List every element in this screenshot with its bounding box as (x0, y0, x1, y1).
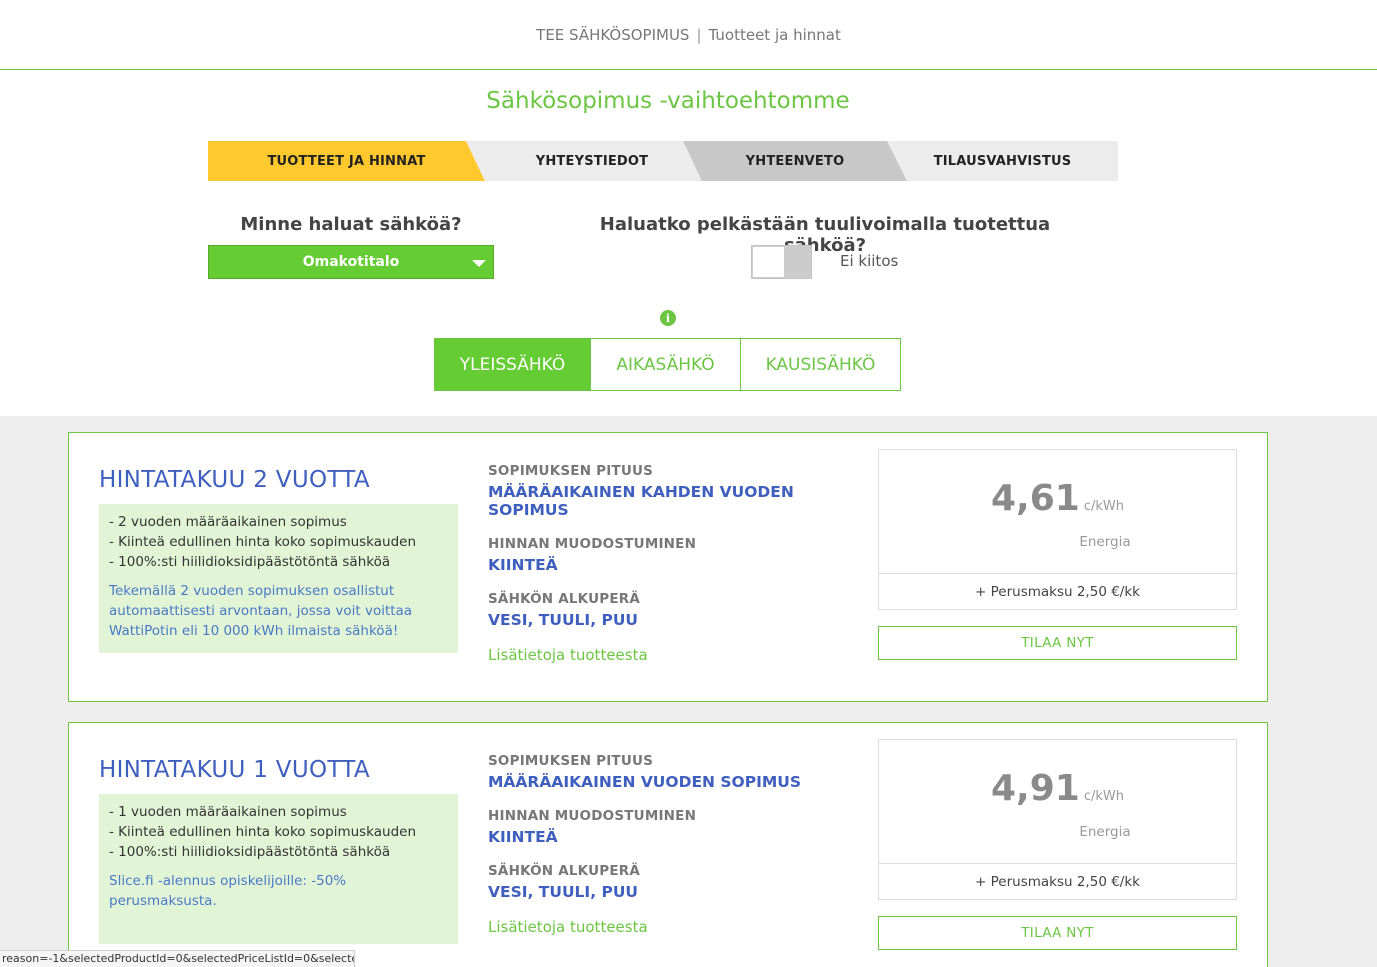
origin-value: VESI, TUULI, PUU (488, 883, 639, 901)
browser-status-url: reason=-1&selectedProductId=0&selectedPr… (0, 950, 355, 967)
contract-length-label: SOPIMUKSEN PITUUS (488, 753, 654, 769)
feature-item: - 100%:sti hiilidioksidipäästötöntä sähk… (109, 844, 391, 860)
feature-item: - 2 vuoden määräaikainen sopimus (109, 514, 347, 530)
pricing-label: HINNAN MUODOSTUMINEN (488, 536, 697, 552)
product-details: SOPIMUKSEN PITUUS MÄÄRÄAIKAINEN KAHDEN V… (488, 463, 878, 664)
info-icon[interactable]: i (660, 310, 676, 326)
product-note: Slice.fi -alennus opiskelijoille: -50% p… (109, 873, 347, 909)
tariff-type-tabs: YLEISSÄHKÖ AIKASÄHKÖ KAUSISÄHKÖ (434, 338, 901, 391)
price-type: Energia (1079, 824, 1131, 840)
step-contact-info: YHTEYSTIEDOT (466, 141, 702, 181)
pricing-label: HINNAN MUODOSTUMINEN (488, 808, 697, 824)
origin-label: SÄHKÖN ALKUPERÄ (488, 863, 640, 879)
header-section: Tuotteet ja hinnat (708, 25, 841, 44)
product-card: HINTATAKUU 1 VUOTTA - 1 vuoden määräaika… (68, 722, 1268, 967)
price-type: Energia (1079, 534, 1131, 550)
price-box: 4,61 c/kWh Energia + Perusmaksu 2,50 €/kk (878, 449, 1237, 610)
wind-question: Haluatko pelkästään tuulivoimalla tuotet… (599, 214, 1051, 256)
product-note: Tekemällä 2 vuoden sopimuksen osallistut… (109, 583, 413, 639)
price-value: 4,61 (991, 478, 1080, 519)
product-details: SOPIMUKSEN PITUUS MÄÄRÄAIKAINEN VUODEN S… (488, 753, 878, 936)
product-features-box: - 1 vuoden määräaikainen sopimus - Kiint… (99, 794, 458, 944)
product-card: HINTATAKUU 2 VUOTTA - 2 vuoden määräaika… (68, 432, 1268, 702)
progress-steps: TUOTTEET JA HINNAT YHTEYSTIEDOT YHTEENVE… (208, 141, 1118, 181)
toggle-knob (753, 247, 784, 277)
contract-length-value: MÄÄRÄAIKAINEN VUODEN SOPIMUS (488, 773, 802, 791)
step-order-confirmation: TILAUSVAHVISTUS (887, 141, 1118, 181)
price-display: 4,61 c/kWh (879, 478, 1236, 519)
origin-value: VESI, TUULI, PUU (488, 611, 639, 629)
more-info-link[interactable]: Lisätietoja tuotteesta (488, 646, 878, 664)
feature-item: - Kiinteä edullinen hinta koko sopimuska… (109, 824, 417, 840)
contract-length-value: MÄÄRÄAIKAINEN KAHDEN VUODEN SOPIMUS (488, 483, 794, 519)
feature-item: - 1 vuoden määräaikainen sopimus (109, 804, 347, 820)
pricing-value: KIINTEÄ (488, 556, 558, 574)
header-separator: | (696, 25, 702, 44)
more-info-link[interactable]: Lisätietoja tuotteesta (488, 918, 878, 936)
chevron-down-icon (472, 260, 486, 267)
price-box: 4,91 c/kWh Energia + Perusmaksu 2,50 €/kk (878, 739, 1237, 900)
price-unit: c/kWh (1083, 499, 1124, 514)
base-fee: + Perusmaksu 2,50 €/kk (879, 573, 1236, 610)
order-now-button[interactable]: TILAA NYT (878, 916, 1237, 950)
tab-yleissahko[interactable]: YLEISSÄHKÖ (435, 339, 590, 390)
location-select[interactable]: Omakotitalo (208, 245, 494, 279)
pricing-value: KIINTEÄ (488, 828, 558, 846)
origin-label: SÄHKÖN ALKUPERÄ (488, 591, 640, 607)
page-title: Sähkösopimus -vaihtoehtomme (486, 88, 850, 114)
wind-toggle[interactable] (751, 245, 812, 279)
price-value: 4,91 (991, 768, 1080, 809)
feature-item: - 100%:sti hiilidioksidipäästötöntä sähk… (109, 554, 391, 570)
price-display: 4,91 c/kWh (879, 768, 1236, 809)
location-question: Minne haluat sähköä? (240, 214, 462, 235)
app-title: TEE SÄHKÖSOPIMUS (536, 25, 690, 44)
order-now-button[interactable]: TILAA NYT (878, 626, 1237, 660)
feature-item: - Kiinteä edullinen hinta koko sopimuska… (109, 534, 417, 550)
base-fee: + Perusmaksu 2,50 €/kk (879, 863, 1236, 900)
product-features-box: - 2 vuoden määräaikainen sopimus - Kiint… (99, 504, 458, 653)
step-summary: YHTEENVETO (683, 141, 907, 181)
product-title: HINTATAKUU 1 VUOTTA (99, 757, 370, 783)
product-list: HINTATAKUU 2 VUOTTA - 2 vuoden määräaika… (0, 416, 1377, 967)
tab-kausisahko[interactable]: KAUSISÄHKÖ (740, 339, 900, 390)
top-header: TEE SÄHKÖSOPIMUS | Tuotteet ja hinnat (0, 0, 1377, 70)
wind-toggle-label: Ei kiitos (840, 252, 899, 270)
tab-aikasahko[interactable]: AIKASÄHKÖ (590, 339, 740, 390)
step-products-prices: TUOTTEET JA HINNAT (208, 141, 485, 181)
product-title: HINTATAKUU 2 VUOTTA (99, 467, 370, 493)
price-unit: c/kWh (1083, 789, 1124, 804)
contract-length-label: SOPIMUKSEN PITUUS (488, 463, 654, 479)
location-select-value: Omakotitalo (302, 254, 400, 270)
